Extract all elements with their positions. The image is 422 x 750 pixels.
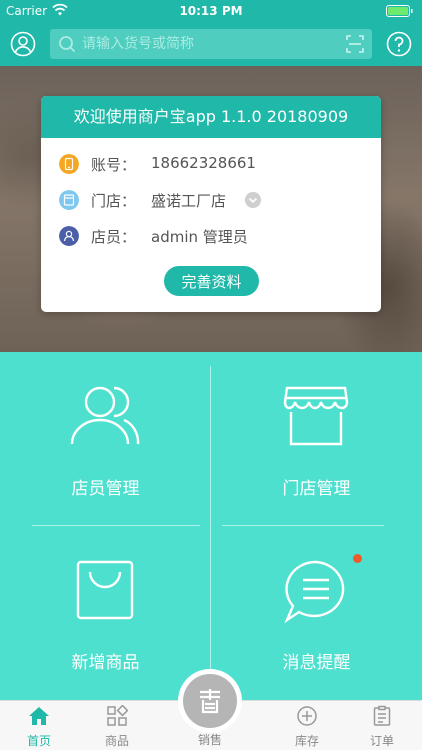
storefront-icon [283,386,349,446]
tab-home-label: 首页 [26,734,51,748]
clipboard-icon [373,705,391,726]
register-icon [200,689,220,714]
account-label: 账号： [91,156,137,174]
account-row: 账号： 18662328661 [59,152,359,176]
staff-management-label: 店员管理 [71,479,140,499]
tab-inventory[interactable]: 库存 [277,701,337,750]
header [0,22,422,66]
staff-management-tile[interactable]: 店员管理 [0,352,211,526]
notification-dot [353,554,362,563]
add-product-label: 新增商品 [71,653,140,673]
search-input[interactable] [82,29,332,59]
plus-circle-icon [297,706,317,726]
home-icon [29,707,49,725]
complete-profile-button[interactable]: 完善资料 [164,266,259,296]
store-row[interactable]: 门店： 盛诺工厂店 [59,188,359,212]
person-icon [59,226,79,246]
function-grid: 店员管理 门店管理 新增商品 消息提醒 [0,352,422,700]
help-icon[interactable] [386,31,412,57]
battery-icon [386,5,413,17]
message-bubble-icon [284,560,345,624]
grid-divider-vertical [210,366,211,700]
message-reminder-tile[interactable]: 消息提醒 [211,526,422,700]
scan-icon[interactable] [346,35,364,53]
search-bar [50,29,372,59]
message-reminder-label: 消息提醒 [282,653,351,673]
welcome-card: 欢迎使用商户宝app 1.1.0 20180909 账号： 1866232866… [41,96,381,312]
shopping-bag-icon [76,560,134,620]
store-value[interactable]: 盛诺工厂店 [151,190,226,211]
tab-sales-label: 销售 [197,733,222,747]
status-bar: Carrier 10:13 PM [0,0,422,22]
staff-label: 店员： [91,228,137,246]
tab-orders[interactable]: 订单 [352,701,412,750]
clock: 10:13 PM [179,4,243,18]
tab-inventory-label: 库存 [294,734,319,748]
account-value: 18662328661 [151,154,256,172]
store-management-label: 门店管理 [282,479,351,499]
store-label: 门店： [91,192,137,210]
tab-products-label: 商品 [104,734,129,748]
grid-apps-icon [107,705,128,726]
chevron-down-icon[interactable] [245,192,261,208]
sales-circle [183,674,237,728]
tab-sales-button[interactable] [178,669,242,733]
grid-divider-horizontal-right [222,525,384,526]
grid-divider-horizontal-left [32,525,200,526]
staff-row: 店员： admin 管理员 [59,224,359,248]
store-icon [59,190,79,210]
card-title: 欢迎使用商户宝app 1.1.0 20180909 [41,96,381,138]
tab-orders-label: 订单 [369,734,394,748]
user-profile-icon[interactable] [10,31,36,57]
phone-icon [59,154,79,174]
search-icon [59,36,76,53]
store-management-tile[interactable]: 门店管理 [211,352,422,526]
tab-home[interactable]: 首页 [9,701,69,750]
add-product-tile[interactable]: 新增商品 [0,526,211,700]
staff-group-icon [70,386,140,445]
hero-banner: 欢迎使用商户宝app 1.1.0 20180909 账号： 1866232866… [0,66,422,352]
staff-value: admin 管理员 [151,228,248,246]
tab-products[interactable]: 商品 [87,701,147,750]
